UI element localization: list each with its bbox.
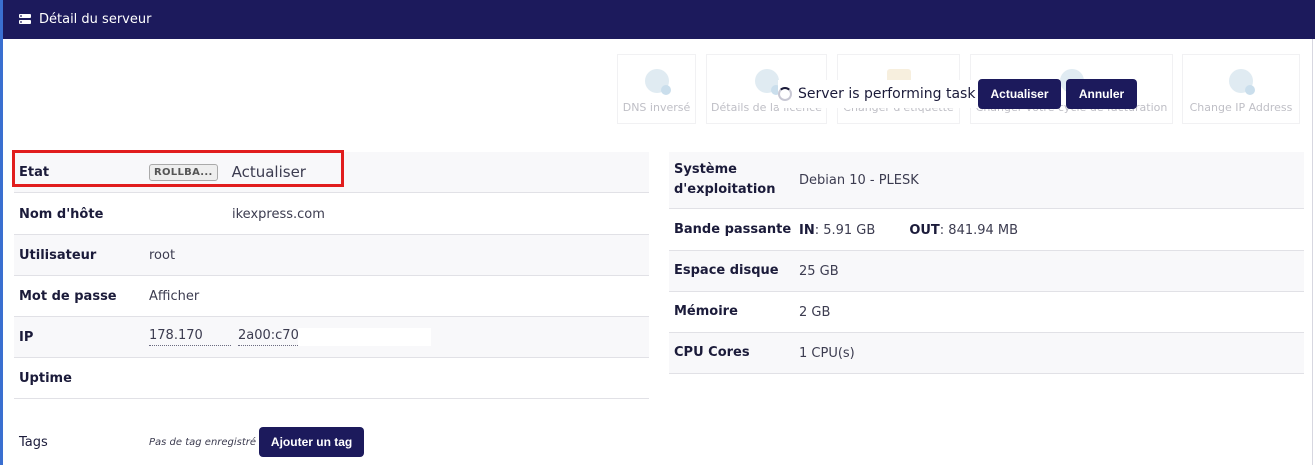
add-tag-button[interactable]: Ajouter un tag [259,427,365,457]
ip-label: IP [19,329,34,345]
ip-row: IP 178.170 2a00:c70 [14,317,649,358]
user-value: root [149,247,176,263]
uptime-row: Uptime [14,358,649,399]
os-label: Système d'exploitation [674,162,776,197]
cpu-value: 1 CPU(s) [799,345,855,361]
memory-row: Mémoire 2 GB [669,292,1304,333]
bandwidth-row: Bande passante IN: 5.91 GB OUT: 841.94 M… [669,210,1304,251]
password-row: Mot de passe Afficher [14,276,649,317]
memory-label: Mémoire [674,304,738,319]
disk-label: Espace disque [674,263,779,278]
reverse-dns-button[interactable]: DNS inversé [617,54,696,124]
task-status: Server is performing task [778,80,980,108]
cancel-button[interactable]: Annuler [1066,79,1137,109]
tags-row: Tags Pas de tag enregistré Ajouter un ta… [14,424,649,460]
globe-gear-icon [644,69,671,95]
tags-label: Tags [19,434,48,450]
password-label: Mot de passe [19,288,117,304]
hostname-row: Nom d'hôte ikexpress.com [14,194,649,235]
panel-border [1312,39,1313,465]
hostname-value: ikexpress.com [232,206,325,222]
disk-row: Espace disque 25 GB [669,251,1304,292]
hostname-label: Nom d'hôte [19,206,104,222]
redacted-area [298,328,431,346]
show-password-link[interactable]: Afficher [149,289,199,304]
panel-header: Détail du serveur [3,0,1315,39]
change-ip-label: Change IP Address [1189,101,1293,114]
reverse-dns-label: DNS inversé [622,101,691,114]
bandwidth-out-label: OUT [909,222,940,238]
os-row: Système d'exploitation Debian 10 - PLESK [669,152,1304,209]
bandwidth-out: OUT: 841.94 MB [909,223,1018,238]
change-ip-button[interactable]: Change IP Address [1182,54,1300,124]
task-message: Server is performing task [798,86,976,102]
gear-icon [754,69,781,95]
globe-gear-icon [1229,69,1255,95]
cpu-label: CPU Cores [674,345,750,360]
panel-title: Détail du serveur [39,12,152,27]
cpu-row: CPU Cores 1 CPU(s) [669,333,1304,374]
bandwidth-out-value: : 841.94 MB [939,222,1019,238]
disk-value: 25 GB [799,263,839,279]
refresh-button[interactable]: Actualiser [978,79,1061,109]
memory-value: 2 GB [799,304,831,320]
bandwidth-in-value: : 5.91 GB [814,222,876,238]
ipv6-value[interactable]: 2a00:c70 [238,328,299,346]
server-icon [19,13,31,24]
highlight-box [12,150,344,187]
bandwidth-in: IN: 5.91 GB [799,223,875,238]
window-edge [0,0,3,465]
tags-empty-text: Pas de tag enregistré [149,436,257,448]
bandwidth-in-label: IN [799,222,815,238]
bandwidth-label: Bande passante [674,222,792,237]
spinner-icon [778,87,792,101]
ipv4-value[interactable]: 178.170 [149,328,231,346]
user-label: Utilisateur [19,247,97,263]
user-row: Utilisateur root [14,235,649,276]
uptime-label: Uptime [19,370,72,386]
os-value: Debian 10 - PLESK [799,172,919,188]
